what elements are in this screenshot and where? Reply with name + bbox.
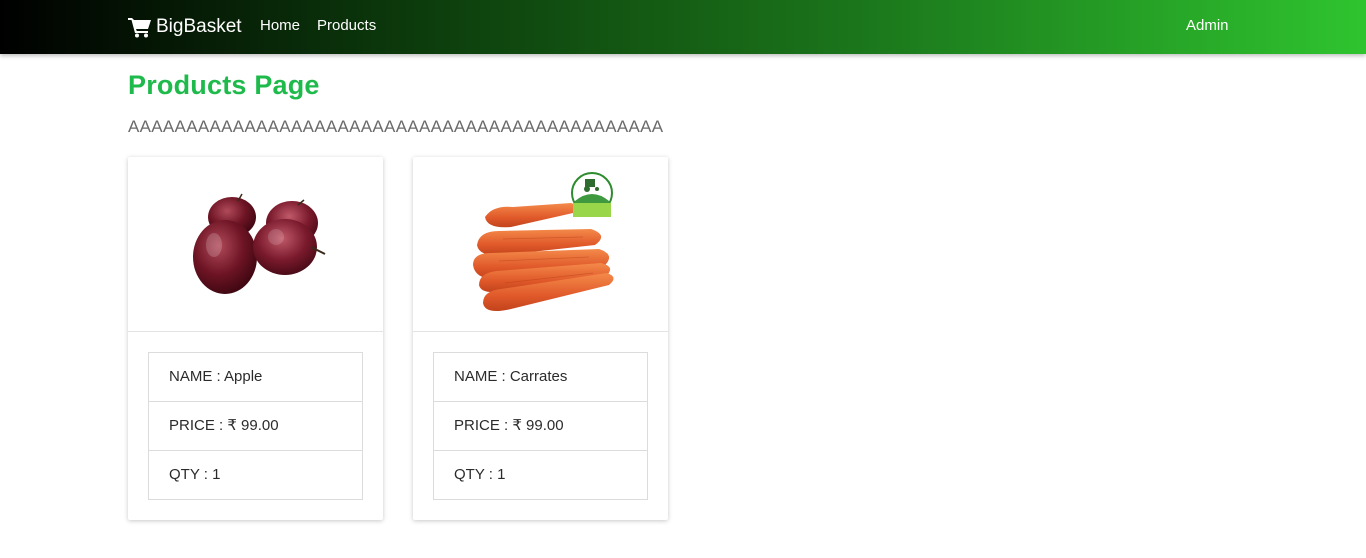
product-price: PRICE : ₹ 99.00: [434, 402, 647, 451]
product-qty: QTY : 1: [454, 466, 506, 483]
farm-badge-icon: [571, 172, 613, 217]
product-name: NAME : Carrates: [434, 353, 647, 402]
product-price: PRICE : ₹ 99.00: [149, 402, 362, 451]
nav-home-link[interactable]: Home: [260, 17, 300, 34]
nav-products-link[interactable]: Products: [317, 17, 376, 34]
page-description: AAAAAAAAAAAAAAAAAAAAAAAAAAAAAAAAAAAAAAAA…: [128, 117, 664, 136]
page-title: Products Page: [128, 70, 320, 100]
product-info-list: NAME : Apple PRICE : ₹ 99.00 QTY : 1: [148, 352, 363, 500]
product-name: NAME : Apple: [149, 353, 362, 402]
carrot-image: [413, 157, 668, 332]
nav-admin-link[interactable]: Admin: [1186, 17, 1229, 34]
product-card[interactable]: NAME : Carrates PRICE : ₹ 99.00 QTY : 1: [413, 157, 668, 520]
product-info-list: NAME : Carrates PRICE : ₹ 99.00 QTY : 1: [433, 352, 648, 500]
top-navbar: BigBasket Home Products Admin: [0, 0, 1366, 54]
brand-link[interactable]: BigBasket: [128, 14, 242, 40]
product-qty: QTY : 1: [169, 466, 221, 483]
product-card[interactable]: NAME : Apple PRICE : ₹ 99.00 QTY : 1: [128, 157, 383, 520]
shopping-cart-icon: [128, 16, 152, 38]
apple-image: [128, 157, 383, 332]
brand-name: BigBasket: [156, 16, 242, 37]
